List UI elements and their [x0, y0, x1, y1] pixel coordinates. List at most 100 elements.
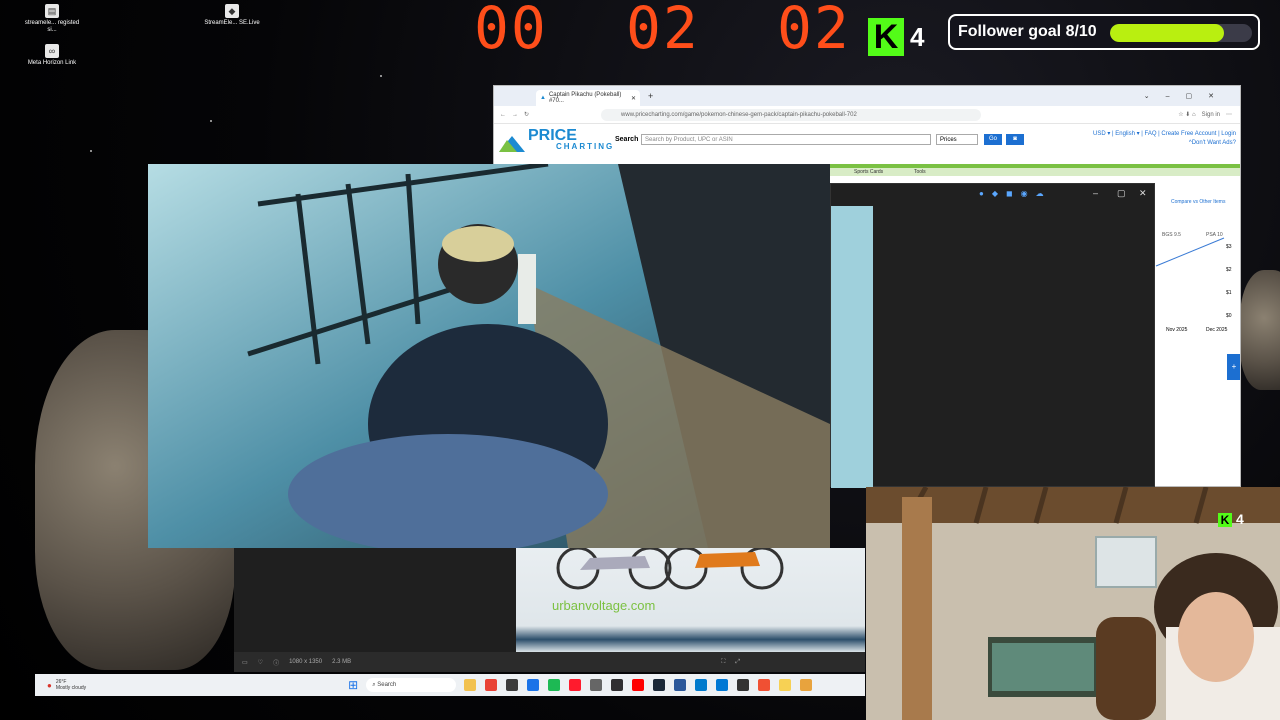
- minimize-button[interactable]: –: [1093, 188, 1098, 198]
- browser-tabbar: ▲ Captain Pikachu (Pokeball) #70... ✕ + …: [494, 86, 1240, 106]
- start-button-icon[interactable]: ⊞: [348, 678, 358, 692]
- star: [210, 120, 212, 122]
- search-input[interactable]: Search by Product, UPC or ASIN: [641, 134, 931, 145]
- winamp-icon[interactable]: [506, 679, 519, 691]
- follower-goal-fill: [1110, 24, 1224, 42]
- desktop: ▤ streamele... registed si... ◆ StreamEl…: [0, 0, 1280, 720]
- browser-tab-active[interactable]: ▲ Captain Pikachu (Pokeball) #70... ✕: [536, 90, 640, 106]
- desktop-icon-streamelements-doc[interactable]: ▤ streamele... registed si...: [20, 4, 84, 34]
- vscode-icon[interactable]: [695, 679, 708, 691]
- site-header: PRICE CHARTING Search Search by Product,…: [494, 124, 1240, 154]
- kick-badge-logo: K: [1218, 513, 1232, 527]
- go-button[interactable]: Go: [984, 134, 1002, 145]
- kick-viewer-count: 4: [910, 22, 925, 52]
- image-size: 2.3 MB: [332, 659, 352, 665]
- terminal-icon[interactable]: [737, 679, 750, 691]
- forward-icon[interactable]: →: [512, 112, 518, 118]
- rock-right: [1240, 270, 1280, 390]
- star: [380, 75, 382, 77]
- camera-search-icon[interactable]: ◙: [1006, 134, 1024, 145]
- viewer-statusbar: ▭ ♡ ⓘ 1080 x 1350 2.3 MB ⛶ ⤢: [234, 652, 865, 672]
- account-links[interactable]: USD ▾ | English ▾ | FAQ | Create Free Ac…: [1093, 130, 1236, 139]
- word-icon[interactable]: [674, 679, 687, 691]
- tab-title: Captain Pikachu (Pokeball) #70...: [548, 92, 622, 104]
- folder-icon[interactable]: [800, 679, 813, 691]
- kick-logo: K: [868, 18, 904, 56]
- top-links[interactable]: USD ▾ | English ▾ | FAQ | Create Free Ac…: [1093, 130, 1236, 148]
- weather-desc: Mostly cloudy: [55, 685, 87, 691]
- url-field[interactable]: www.pricecharting.com/game/pokemon-chine…: [601, 108, 982, 121]
- sticky-notes-icon[interactable]: [779, 679, 792, 691]
- steam-icon[interactable]: [653, 679, 666, 691]
- ad-text[interactable]: urbanvoltage.com: [552, 598, 655, 613]
- y-tick: $0: [1226, 313, 1232, 319]
- address-bar-row: ← → ↻ www.pricecharting.com/game/pokemon…: [494, 106, 1240, 124]
- window-controls[interactable]: ⌄–▢✕: [1144, 92, 1230, 100]
- logo-text: PRICE: [528, 127, 577, 144]
- x-tick: Dec 2025: [1206, 327, 1228, 333]
- image-resolution: 1080 x 1350: [289, 659, 323, 665]
- add-collection-button[interactable]: +: [1227, 354, 1240, 380]
- meta-icon: ∞: [45, 44, 59, 58]
- extensions-icon[interactable]: ☆ ⬇ ⌂: [1178, 111, 1195, 118]
- compare-link[interactable]: Compare vs Other Items: [1171, 199, 1225, 205]
- weather-icon[interactable]: ●: [47, 681, 52, 690]
- git-icon[interactable]: [758, 679, 771, 691]
- desktop-icon-meta-horizon[interactable]: ∞ Meta Horizon Link: [20, 44, 84, 67]
- taskbar-search[interactable]: ⌕ Search: [366, 678, 457, 692]
- prices-select[interactable]: Prices: [936, 134, 978, 145]
- pricecharting-logo-icon[interactable]: [499, 130, 525, 152]
- mail-icon[interactable]: [716, 679, 729, 691]
- info-icon[interactable]: ⓘ: [273, 658, 279, 667]
- file-explorer-icon[interactable]: [464, 679, 477, 691]
- edge-icon[interactable]: [527, 679, 540, 691]
- opera-icon[interactable]: [569, 679, 582, 691]
- new-tab-button[interactable]: +: [648, 91, 653, 101]
- kick-badge-count: 4: [1236, 511, 1244, 527]
- settings-icon[interactable]: [590, 679, 603, 691]
- nav-sports-cards[interactable]: Sports Cards: [854, 169, 883, 175]
- taskbar-apps: [464, 679, 821, 691]
- webcam-feed: K 4: [866, 487, 1280, 720]
- y-tick: $1: [1226, 290, 1232, 296]
- nav-tools[interactable]: Tools: [914, 169, 926, 175]
- chrome-icon[interactable]: [485, 679, 498, 691]
- windows-taskbar: ● 26°F Mostly cloudy ⊞ ⌕ Search: [35, 674, 865, 696]
- sign-in-button[interactable]: Sign in: [1202, 112, 1220, 118]
- desktop-icon-label: Meta Horizon Link: [27, 60, 77, 66]
- desktop-icon-se-live[interactable]: ◆ StreamEle... SE.Live: [200, 4, 264, 27]
- image-viewer: urbanvoltage.com ▭ ♡ ⓘ 1080 x 1350 2.3 M…: [234, 548, 865, 672]
- reload-icon[interactable]: ↻: [524, 111, 529, 118]
- tab-close-icon[interactable]: ✕: [631, 95, 636, 102]
- video-player[interactable]: [148, 164, 830, 548]
- desktop-icon-label: StreamEle... SE.Live: [204, 20, 260, 26]
- y-tick: $3: [1226, 244, 1232, 250]
- fullscreen-icon[interactable]: ⤢: [735, 659, 740, 666]
- desktop-icon-label: streamele... registed si...: [24, 20, 80, 33]
- follower-goal-widget: Follower goal 8/10: [948, 14, 1260, 50]
- taskbar-search-label: Search: [377, 682, 397, 688]
- search-label: Search: [615, 136, 639, 143]
- no-ads-link[interactable]: ^Don't Want Ads?: [1093, 139, 1236, 148]
- weather-widget[interactable]: 26°F Mostly cloudy: [56, 679, 86, 691]
- favorite-icon[interactable]: ♡: [258, 659, 263, 666]
- menu-icon[interactable]: ⋯: [1226, 111, 1232, 118]
- timer-minutes: 02: [626, 0, 700, 62]
- toolbar-icons[interactable]: ●◆◼◉☁: [979, 189, 1052, 198]
- star: [90, 150, 92, 152]
- video-frame: [148, 164, 830, 548]
- back-icon[interactable]: ←: [500, 112, 506, 118]
- side-panel: [831, 206, 873, 488]
- fit-icon[interactable]: ⛶: [721, 659, 725, 666]
- follower-goal-bar: [1110, 24, 1252, 42]
- obs-icon[interactable]: [611, 679, 624, 691]
- maximize-button[interactable]: ▢: [1117, 188, 1126, 199]
- youtube-icon[interactable]: [632, 679, 645, 691]
- spotify-icon[interactable]: [548, 679, 561, 691]
- price-line: [1155, 237, 1225, 267]
- document-icon: ▤: [45, 4, 59, 18]
- close-button[interactable]: ✕: [1139, 188, 1147, 199]
- timer-seconds: 02: [777, 0, 851, 62]
- viewer-filmstrip-icon[interactable]: ▭: [242, 659, 248, 666]
- y-tick: $2: [1226, 267, 1232, 273]
